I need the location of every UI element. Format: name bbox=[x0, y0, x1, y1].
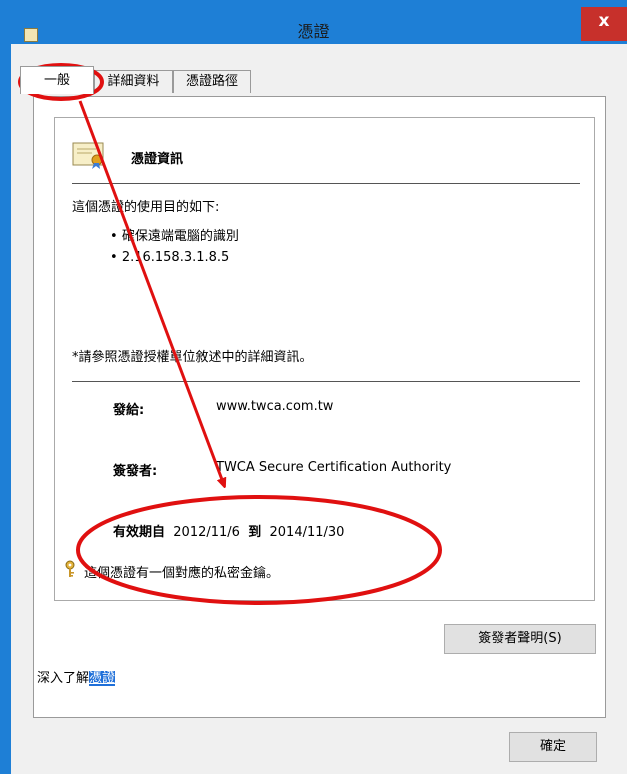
tab-general[interactable]: 一般 bbox=[20, 66, 94, 94]
title-bar: 憑證 x bbox=[0, 0, 627, 44]
learn-more-text: 深入了解憑證 bbox=[37, 667, 116, 686]
issuer-statement-button[interactable]: 簽發者聲明(S) bbox=[444, 624, 596, 654]
validity-prefix: 有效期自 bbox=[113, 525, 166, 540]
issued-by-label: 簽發者: bbox=[113, 464, 158, 479]
ok-button[interactable]: 確定 bbox=[509, 732, 597, 762]
certificate-dialog: 憑證 x 一般 詳細資料 憑證路徑 憑證資訊 這個憑證的使用目的如下: • 確保… bbox=[0, 0, 627, 774]
certificate-info-heading: 憑證資訊 bbox=[131, 152, 184, 167]
issued-to-value: www.twca.com.tw bbox=[216, 399, 334, 414]
valid-to: 2014/11/30 bbox=[269, 525, 345, 540]
purpose-item-text: 確保遠端電腦的識別 bbox=[121, 229, 239, 244]
close-button[interactable]: x bbox=[581, 7, 627, 41]
issued-to-label: 發給: bbox=[113, 403, 145, 418]
purpose-item: • 2.16.158.3.1.8.5 bbox=[110, 250, 230, 265]
issuer-statement-note: *請參照憑證授權單位敘述中的詳細資訊。 bbox=[72, 350, 313, 365]
purpose-item: • 確保遠端電腦的識別 bbox=[110, 229, 239, 244]
purpose-intro: 這個憑證的使用目的如下: bbox=[72, 200, 220, 215]
window-title: 憑證 bbox=[297, 22, 330, 41]
learn-more-prefix: 深入了解 bbox=[37, 671, 90, 686]
issued-by-value: TWCA Secure Certification Authority bbox=[216, 460, 452, 475]
divider bbox=[72, 381, 580, 382]
learn-more-link[interactable]: 憑證 bbox=[89, 671, 116, 686]
tab-details[interactable]: 詳細資料 bbox=[94, 70, 173, 93]
valid-from: 2012/11/6 bbox=[173, 525, 240, 540]
validity-to-label: 到 bbox=[248, 525, 262, 540]
purpose-item-text: 2.16.158.3.1.8.5 bbox=[121, 250, 230, 265]
divider bbox=[72, 183, 580, 184]
key-icon bbox=[65, 560, 75, 577]
validity-period: 有效期自 2012/11/6 到 2014/11/30 bbox=[113, 521, 344, 540]
certificate-icon bbox=[72, 142, 104, 169]
private-key-note: 這個憑證有一個對應的私密金鑰。 bbox=[84, 566, 280, 581]
tab-certification-path[interactable]: 憑證路徑 bbox=[173, 70, 251, 93]
